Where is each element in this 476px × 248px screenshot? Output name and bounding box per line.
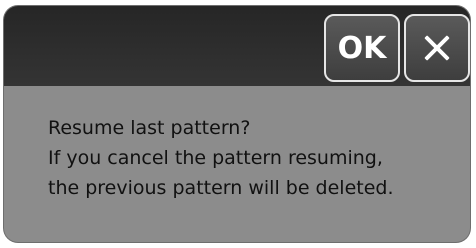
dialog-message: Resume last pattern? If you cancel the p… xyxy=(48,113,458,203)
close-icon xyxy=(423,34,451,62)
message-line-2: If you cancel the pattern resuming, xyxy=(48,147,383,169)
dialog-titlebar: OK xyxy=(4,6,470,86)
close-button[interactable] xyxy=(404,14,470,82)
ok-button-label: OK xyxy=(337,30,387,66)
message-line-1: Resume last pattern? xyxy=(48,117,251,139)
ok-button[interactable]: OK xyxy=(324,14,400,82)
resume-pattern-dialog: OK Resume last pattern? If you cancel th… xyxy=(4,6,470,242)
message-line-3: the previous pattern will be deleted. xyxy=(48,177,394,199)
